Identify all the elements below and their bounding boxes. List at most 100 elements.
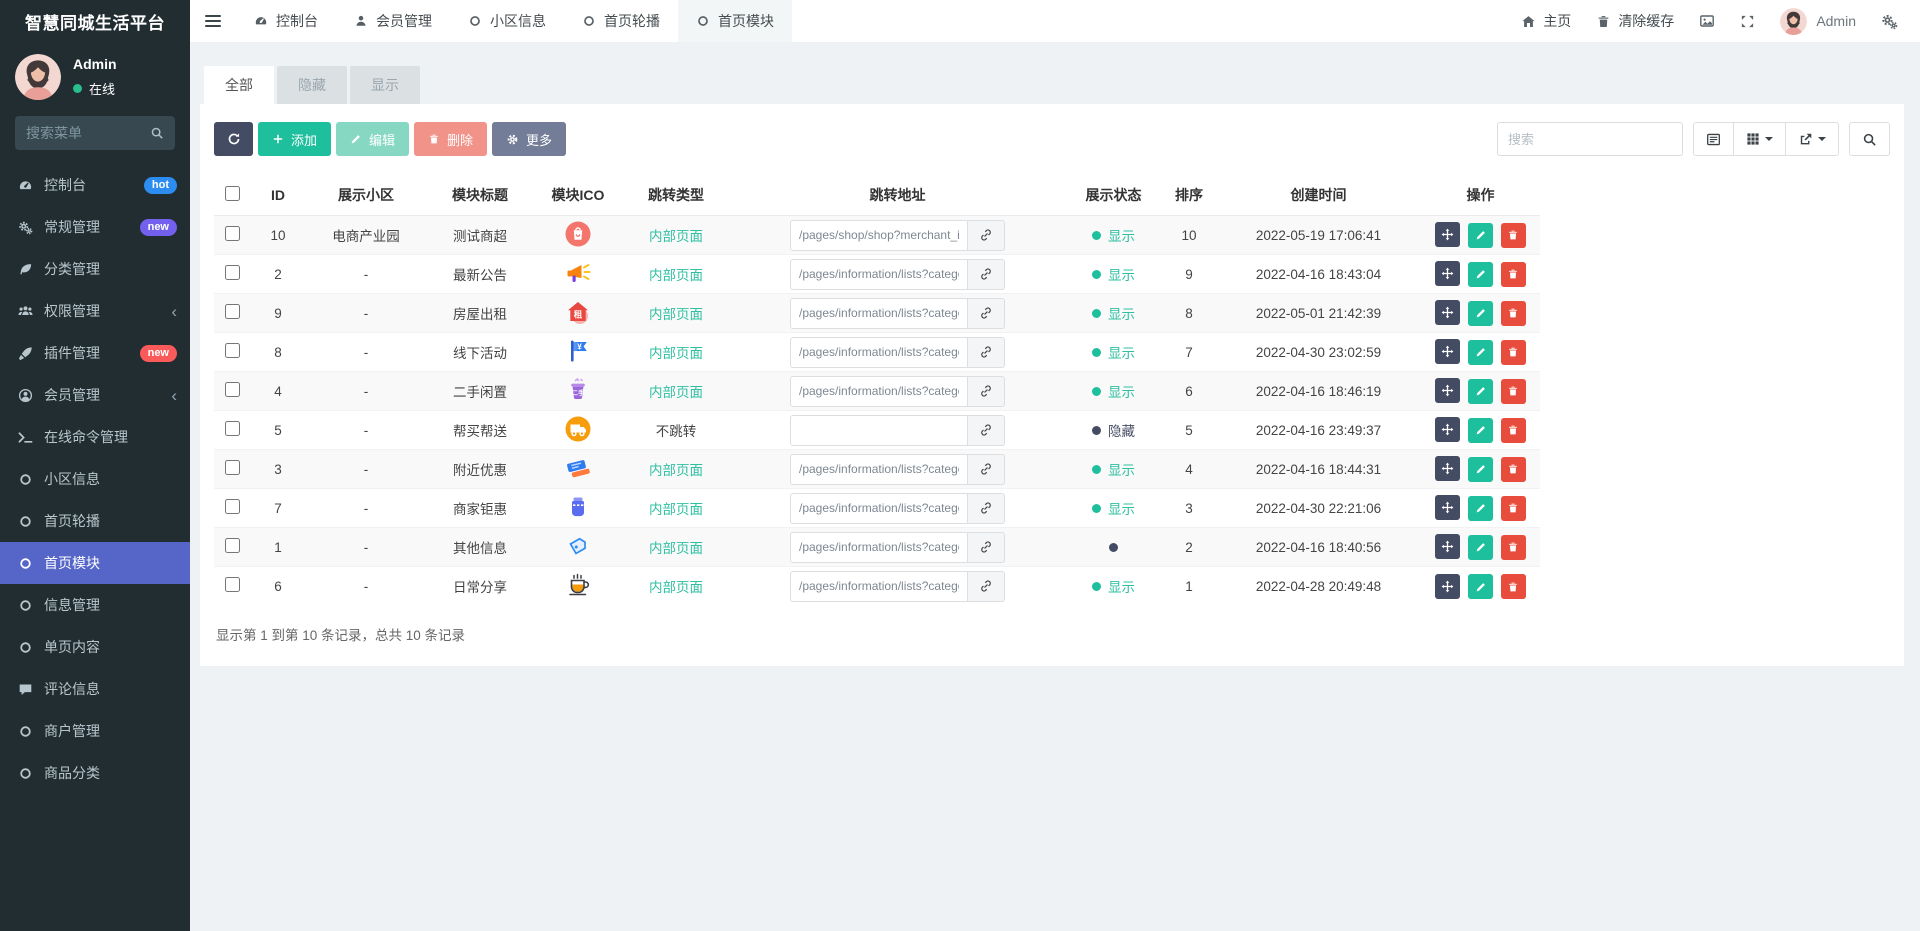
sidebar-item-首页轮播[interactable]: 首页轮播: [0, 500, 190, 542]
link-button[interactable]: [968, 219, 1005, 251]
delete-row-button[interactable]: [1500, 417, 1526, 443]
move-button[interactable]: [1435, 417, 1461, 443]
delete-button[interactable]: 删除: [414, 122, 488, 156]
select-all-checkbox[interactable]: [224, 186, 240, 201]
edit-row-button[interactable]: [1468, 456, 1493, 482]
jump-url-input[interactable]: [790, 297, 968, 329]
filter-tab-全部[interactable]: 全部: [204, 66, 274, 104]
delete-row-button[interactable]: [1500, 378, 1526, 404]
delete-row-button[interactable]: [1500, 534, 1526, 560]
row-checkbox[interactable]: [224, 499, 240, 514]
fullscreen-icon[interactable]: [1740, 14, 1755, 29]
columns-button[interactable]: [1733, 122, 1786, 156]
jump-url-input[interactable]: [790, 570, 968, 602]
jump-url-input[interactable]: [790, 258, 968, 290]
link-button[interactable]: [968, 531, 1005, 563]
move-button[interactable]: [1435, 222, 1461, 248]
refresh-button[interactable]: [214, 122, 253, 156]
row-checkbox[interactable]: [224, 265, 240, 280]
row-checkbox[interactable]: [224, 538, 240, 553]
export-button[interactable]: [1785, 122, 1839, 156]
settings-gear-icon[interactable]: [1881, 13, 1898, 30]
move-button[interactable]: [1435, 534, 1461, 560]
delete-row-button[interactable]: [1500, 574, 1526, 599]
sidebar-item-在线命令管理[interactable]: 在线命令管理: [0, 416, 190, 458]
jump-url-input[interactable]: [790, 414, 968, 446]
filter-tab-显示[interactable]: 显示: [350, 66, 420, 104]
move-button[interactable]: [1435, 339, 1461, 365]
add-button[interactable]: 添加: [258, 122, 332, 156]
edit-button[interactable]: 编辑: [336, 122, 410, 156]
edit-row-button[interactable]: [1468, 417, 1493, 443]
topbar-tab-小区信息[interactable]: 小区信息: [450, 0, 564, 42]
link-button[interactable]: [968, 297, 1005, 329]
detail-view-button[interactable]: [1693, 122, 1734, 156]
jump-url-input[interactable]: [790, 492, 968, 524]
row-checkbox[interactable]: [224, 304, 240, 319]
filter-tab-隐藏[interactable]: 隐藏: [277, 66, 347, 104]
topbar-tab-首页模块[interactable]: 首页模块: [678, 0, 792, 42]
link-button[interactable]: [968, 570, 1005, 602]
jump-url-input[interactable]: [790, 453, 968, 485]
user-menu[interactable]: Admin: [1780, 7, 1856, 35]
edit-row-button[interactable]: [1468, 261, 1493, 287]
topbar-tab-首页轮播[interactable]: 首页轮播: [564, 0, 678, 42]
more-button[interactable]: 更多: [492, 122, 567, 156]
sidebar-item-商品分类[interactable]: 商品分类: [0, 752, 190, 794]
sidebar-item-评论信息[interactable]: 评论信息: [0, 668, 190, 710]
sidebar-item-常规管理[interactable]: 常规管理 new: [0, 206, 190, 248]
sidebar-search-input[interactable]: [26, 125, 150, 141]
delete-row-button[interactable]: [1500, 495, 1526, 521]
link-button[interactable]: [968, 453, 1005, 485]
jump-url-input[interactable]: [790, 219, 968, 251]
jump-url-input[interactable]: [790, 375, 968, 407]
topbar-tab-会员管理[interactable]: 会员管理: [336, 0, 450, 42]
row-checkbox[interactable]: [224, 226, 240, 241]
edit-row-button[interactable]: [1468, 495, 1493, 521]
sidebar-item-权限管理[interactable]: 权限管理 ‹: [0, 290, 190, 332]
edit-row-button[interactable]: [1468, 300, 1493, 326]
delete-row-button[interactable]: [1500, 339, 1526, 365]
row-checkbox[interactable]: [224, 343, 240, 358]
link-button[interactable]: [968, 414, 1005, 446]
sidebar-item-小区信息[interactable]: 小区信息: [0, 458, 190, 500]
sidebar-item-插件管理[interactable]: 插件管理 new: [0, 332, 190, 374]
sidebar-item-商户管理[interactable]: 商户管理: [0, 710, 190, 752]
move-button[interactable]: [1435, 261, 1461, 287]
row-checkbox[interactable]: [224, 421, 240, 436]
move-button[interactable]: [1435, 300, 1461, 326]
delete-row-button[interactable]: [1500, 222, 1526, 248]
sidebar-item-单页内容[interactable]: 单页内容: [0, 626, 190, 668]
search-button[interactable]: [1849, 122, 1890, 156]
edit-row-button[interactable]: [1468, 574, 1493, 599]
edit-row-button[interactable]: [1468, 534, 1493, 560]
topbar-tab-控制台[interactable]: 控制台: [236, 0, 336, 42]
table-search-input[interactable]: [1497, 122, 1683, 156]
jump-url-input[interactable]: [790, 336, 968, 368]
sidebar-item-分类管理[interactable]: 分类管理: [0, 248, 190, 290]
move-button[interactable]: [1435, 495, 1461, 521]
home-link[interactable]: 主页: [1521, 11, 1571, 31]
hamburger-button[interactable]: [190, 0, 236, 42]
edit-row-button[interactable]: [1468, 339, 1493, 365]
move-button[interactable]: [1435, 456, 1461, 482]
jump-url-input[interactable]: [790, 531, 968, 563]
row-checkbox[interactable]: [224, 382, 240, 397]
sidebar-item-会员管理[interactable]: 会员管理 ‹: [0, 374, 190, 416]
delete-row-button[interactable]: [1500, 261, 1526, 287]
clear-cache-button[interactable]: 清除缓存: [1596, 11, 1674, 31]
sidebar-item-信息管理[interactable]: 信息管理: [0, 584, 190, 626]
link-button[interactable]: [968, 336, 1005, 368]
row-checkbox[interactable]: [224, 460, 240, 475]
image-icon[interactable]: [1699, 13, 1715, 29]
delete-row-button[interactable]: [1500, 456, 1526, 482]
edit-row-button[interactable]: [1468, 378, 1493, 404]
move-button[interactable]: [1435, 573, 1461, 599]
edit-row-button[interactable]: [1468, 222, 1493, 248]
delete-row-button[interactable]: [1500, 300, 1526, 326]
sidebar-item-控制台[interactable]: 控制台 hot: [0, 164, 190, 206]
row-checkbox[interactable]: [224, 577, 240, 593]
link-button[interactable]: [968, 258, 1005, 290]
link-button[interactable]: [968, 375, 1005, 407]
move-button[interactable]: [1435, 378, 1461, 404]
